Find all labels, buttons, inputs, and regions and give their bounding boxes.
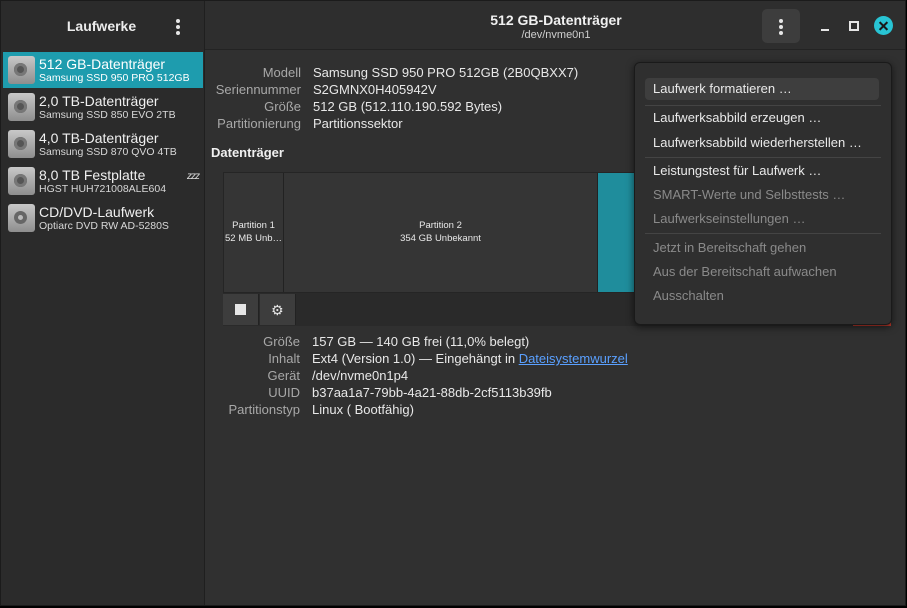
drive-icon — [8, 130, 35, 158]
field-value: b37aa1a7-79bb-4a21-88db-2cf5113b39fb — [312, 385, 552, 400]
device-model: Samsung SSD 850 EVO 2TB — [39, 109, 176, 121]
sidebar-title-text: Laufwerke — [66, 18, 137, 34]
field-value: Partitionssektor — [313, 116, 403, 131]
device-name: 512 GB-Datenträger — [39, 56, 166, 72]
menu-item-create-image[interactable]: Laufwerksabbild erzeugen … — [645, 107, 879, 129]
field-value: Samsung SSD 950 PRO 512GB (2B0QBXX7) — [313, 65, 579, 80]
maximize-button[interactable] — [843, 15, 865, 37]
mount-point-link[interactable]: Dateisystemwurzel — [519, 351, 628, 366]
sidebar-menu-button[interactable] — [167, 11, 189, 41]
field-key: Partitionierung — [217, 116, 301, 131]
maximize-icon — [849, 21, 859, 31]
gears-icon: ⚙ — [271, 302, 284, 318]
minimize-icon — [821, 29, 829, 31]
menu-item-power-off[interactable]: Ausschalten — [645, 285, 879, 307]
field-key: Größe — [263, 334, 300, 349]
menu-item-benchmark[interactable]: Leistungstest für Laufwerk … — [645, 160, 879, 182]
partition-block[interactable]: Partition 1 52 MB Unb… — [224, 173, 284, 292]
drive-icon — [8, 167, 35, 195]
device-name: 2,0 TB-Datenträger — [39, 93, 159, 109]
sidebar: Laufwerke 512 GB-Datenträger Samsung SSD… — [1, 1, 205, 605]
menu-item-standby[interactable]: Jetzt in Bereitschaft gehen — [645, 237, 879, 259]
menu-item-wakeup[interactable]: Aus der Bereitschaft aufwachen — [645, 261, 879, 283]
device-model: HGST HUH721008ALE604 — [39, 183, 167, 195]
field-value: /dev/nvme0n1p4 — [312, 368, 409, 383]
stop-icon — [235, 304, 246, 315]
menu-item-format-drive[interactable]: Laufwerk formatieren … — [645, 78, 879, 100]
drive-menu-popover: Laufwerk formatieren … Laufwerksabbild e… — [634, 62, 892, 325]
field-key: UUID — [268, 385, 300, 400]
sidebar-item-2tb[interactable]: 2,0 TB-Datenträger Samsung SSD 850 EVO 2… — [3, 89, 203, 125]
drive-menu-button[interactable] — [762, 9, 800, 43]
sidebar-item-512gb[interactable]: 512 GB-Datenträger Samsung SSD 950 PRO 5… — [3, 52, 203, 88]
minimize-button[interactable] — [815, 15, 837, 37]
volumes-title: Datenträger — [211, 145, 284, 160]
device-name: CD/DVD-Laufwerk — [39, 204, 155, 220]
field-key: Inhalt — [268, 351, 300, 366]
partition-size: 354 GB Unbekannt — [400, 233, 481, 244]
menu-separator — [645, 105, 881, 106]
device-name: 8,0 TB Festplatte — [39, 167, 146, 183]
partition-name: Partition 1 — [232, 220, 275, 231]
field-key: Partitionstyp — [228, 402, 300, 417]
menu-separator — [645, 233, 881, 234]
unmount-button[interactable] — [223, 294, 259, 325]
field-value: 512 GB (512.110.190.592 Bytes) — [313, 99, 503, 114]
kebab-icon — [176, 19, 180, 37]
field-key: Größe — [264, 99, 301, 114]
field-value: S2GMNX0H405942V — [313, 82, 437, 97]
partition-name: Partition 2 — [419, 220, 462, 231]
standby-icon: zzz — [187, 171, 200, 182]
drive-icon — [8, 93, 35, 121]
kebab-icon — [779, 19, 783, 37]
field-value: 157 GB — 140 GB frei (11,0% belegt) — [312, 334, 530, 349]
close-button[interactable] — [874, 16, 893, 35]
menu-item-drive-settings[interactable]: Laufwerkseinstellungen … — [645, 208, 879, 230]
device-model: Optiarc DVD RW AD-5280S — [39, 220, 169, 232]
partition-size: 52 MB Unb… — [224, 233, 283, 244]
device-name: 4,0 TB-Datenträger — [39, 130, 159, 146]
partition-options-button[interactable]: ⚙ — [260, 294, 296, 325]
drive-icon — [8, 56, 35, 84]
optical-drive-icon — [8, 204, 35, 232]
field-key: Modell — [262, 65, 301, 80]
sidebar-item-8tb[interactable]: 8,0 TB Festplatte HGST HUH721008ALE604 z… — [3, 163, 203, 199]
device-model: Samsung SSD 950 PRO 512GB — [39, 72, 190, 84]
field-value: Ext4 (Version 1.0) — Eingehängt in Datei… — [312, 351, 628, 366]
menu-separator — [645, 157, 881, 158]
field-value: Linux ( Bootfähig) — [312, 402, 414, 417]
menu-item-restore-image[interactable]: Laufwerksabbild wiederherstellen … — [645, 132, 879, 154]
sidebar-item-4tb[interactable]: 4,0 TB-Datenträger Samsung SSD 870 QVO 4… — [3, 126, 203, 162]
field-key: Gerät — [267, 368, 300, 383]
partition-block[interactable]: Partition 2 354 GB Unbekannt — [284, 173, 598, 292]
menu-item-smart[interactable]: SMART-Werte und Selbsttests … — [645, 184, 879, 206]
sidebar-header: Laufwerke — [1, 1, 204, 49]
device-model: Samsung SSD 870 QVO 4TB — [39, 146, 177, 158]
field-key: Seriennummer — [215, 82, 301, 97]
sidebar-item-cd-dvd[interactable]: CD/DVD-Laufwerk Optiarc DVD RW AD-5280S — [3, 200, 203, 236]
content-text: Ext4 (Version 1.0) — Eingehängt in — [312, 351, 519, 366]
header-bar: 512 GB-Datenträger /dev/nvme0n1 — [205, 1, 905, 50]
disks-window: Laufwerke 512 GB-Datenträger Samsung SSD… — [0, 0, 906, 606]
